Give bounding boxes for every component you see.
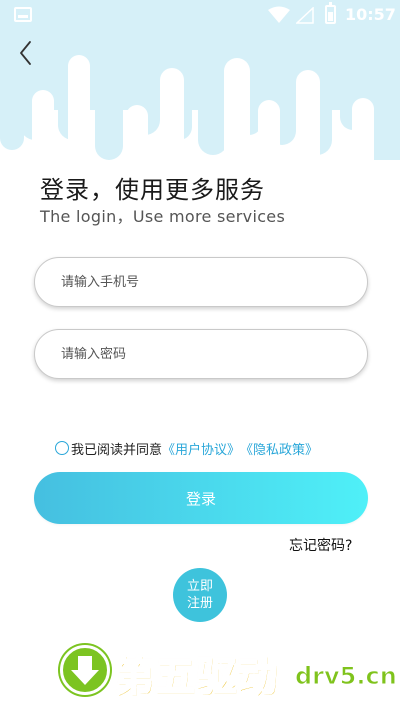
watermark-text-cn: 第五驱动 bbox=[113, 653, 278, 701]
register-button[interactable]: 立即 注册 bbox=[173, 568, 227, 622]
forgot-password-link[interactable]: 忘记密码? bbox=[289, 535, 352, 555]
status-time: 10:57 bbox=[345, 5, 396, 24]
register-label-line1: 立即 bbox=[186, 579, 213, 594]
download-arrow-icon bbox=[60, 645, 110, 695]
back-button[interactable] bbox=[12, 38, 40, 68]
register-label-line2: 注册 bbox=[186, 596, 213, 611]
battery-icon bbox=[325, 2, 336, 24]
phone-input[interactable] bbox=[61, 258, 351, 306]
agreement-checkbox[interactable] bbox=[55, 441, 69, 455]
signal-icon bbox=[296, 7, 314, 24]
watermark: 第五驱动 drv5.cn bbox=[60, 640, 397, 701]
agreement-row: 我已阅读并同意 《用户协议》 《隐私政策》 bbox=[55, 439, 318, 458]
status-bar: 10:57 bbox=[0, 0, 400, 32]
watermark-text-en: drv5.cn bbox=[295, 662, 398, 691]
phone-field[interactable] bbox=[34, 257, 368, 307]
page-subtitle: The login，Use more services bbox=[40, 207, 286, 226]
privacy-policy-link[interactable]: 《隐私政策》 bbox=[240, 439, 318, 458]
password-field[interactable] bbox=[34, 329, 368, 379]
notification-app-icon bbox=[14, 7, 32, 22]
login-button[interactable]: 登录 bbox=[34, 472, 368, 524]
wifi-icon bbox=[268, 6, 290, 23]
user-agreement-link[interactable]: 《用户协议》 bbox=[162, 439, 240, 458]
password-input[interactable] bbox=[61, 330, 351, 378]
chevron-left-icon bbox=[20, 41, 31, 65]
page-title: 登录，使用更多服务 bbox=[40, 176, 265, 204]
agreement-text: 我已阅读并同意 bbox=[71, 442, 163, 458]
